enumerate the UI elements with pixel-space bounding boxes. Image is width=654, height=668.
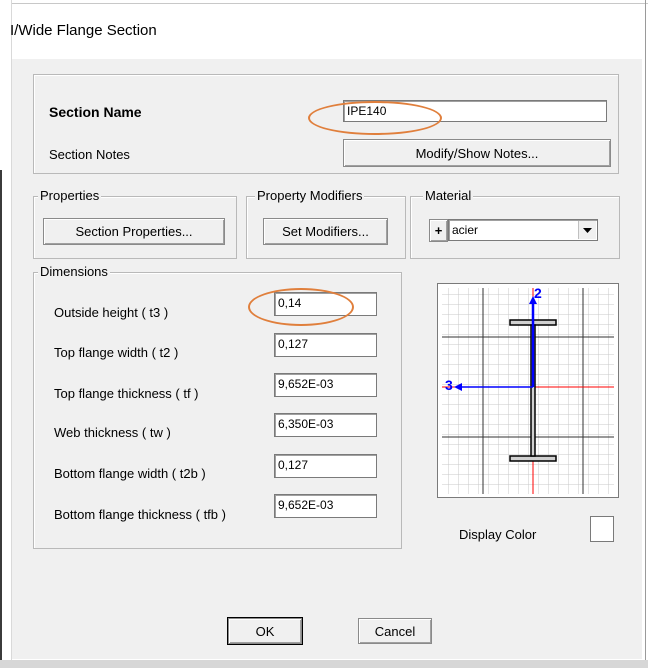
display-color-label: Display Color — [459, 527, 537, 542]
material-legend: Material — [423, 188, 474, 203]
section-properties-button[interactable]: Section Properties... — [43, 218, 225, 245]
dim-label-top-flange-width: Top flange width ( t2 ) — [54, 345, 179, 360]
dim-label-outside-height: Outside height ( t3 ) — [54, 305, 169, 320]
section-notes-label: Section Notes — [49, 147, 130, 162]
window-title: I/Wide Flange Section — [10, 22, 157, 39]
set-modifiers-button[interactable]: Set Modifiers... — [263, 218, 388, 245]
ok-button[interactable]: OK — [227, 617, 303, 645]
dialog-client-area: Section Name IPE140 Section Notes Modify… — [12, 59, 642, 659]
material-group: Material + acier — [410, 188, 620, 259]
right-border — [645, 0, 646, 668]
axis-2-label: 2 — [534, 285, 542, 301]
display-color-swatch[interactable] — [590, 516, 614, 542]
section-name-input[interactable]: IPE140 — [343, 100, 607, 122]
dimensions-legend: Dimensions — [38, 264, 110, 279]
dim-label-web-thickness: Web thickness ( tw ) — [54, 425, 171, 440]
dim-input-web-thickness[interactable]: 6,350E-03 — [274, 413, 377, 437]
dimensions-group: Dimensions Outside height ( t3 ) 0,14 To… — [33, 264, 402, 549]
material-selected-value: acier — [452, 223, 479, 237]
properties-group: Properties Section Properties... — [33, 188, 237, 259]
section-name-group: Section Name IPE140 Section Notes Modify… — [33, 74, 619, 174]
properties-legend: Properties — [38, 188, 102, 203]
dim-input-bottom-flange-width[interactable]: 0,127 — [274, 454, 377, 478]
dim-label-bottom-flange-thickness: Bottom flange thickness ( tfb ) — [54, 507, 226, 522]
top-border — [0, 3, 648, 4]
i-section-drawing — [442, 288, 614, 494]
section-preview-canvas: 2 3 — [437, 283, 619, 498]
material-add-button[interactable]: + — [429, 219, 448, 242]
dim-label-top-flange-thickness: Top flange thickness ( tf ) — [54, 386, 199, 401]
cancel-button[interactable]: Cancel — [358, 618, 432, 644]
dialog-window: I/Wide Flange Section Section Name IPE14… — [0, 0, 648, 668]
dropdown-arrow-icon[interactable] — [578, 221, 596, 239]
property-modifiers-legend: Property Modifiers — [255, 188, 365, 203]
axis-3-label: 3 — [445, 377, 453, 393]
dim-input-outside-height[interactable]: 0,14 — [274, 292, 377, 316]
left-border — [0, 0, 12, 668]
section-name-label: Section Name — [49, 104, 142, 120]
property-modifiers-group: Property Modifiers Set Modifiers... — [246, 188, 406, 259]
dim-input-bottom-flange-thickness[interactable]: 9,652E-03 — [274, 494, 377, 518]
material-select[interactable]: acier — [448, 219, 598, 241]
bottom-border — [0, 660, 648, 668]
dim-label-bottom-flange-width: Bottom flange width ( t2b ) — [54, 466, 206, 481]
dim-input-top-flange-width[interactable]: 0,127 — [274, 333, 377, 357]
modify-show-notes-button[interactable]: Modify/Show Notes... — [343, 139, 611, 167]
dim-input-top-flange-thickness[interactable]: 9,652E-03 — [274, 373, 377, 397]
